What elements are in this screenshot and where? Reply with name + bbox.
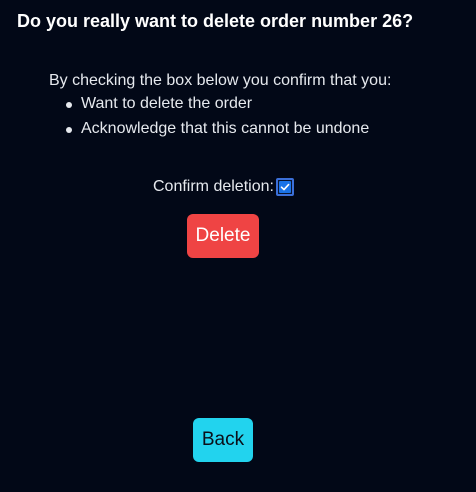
confirmation-list: Want to delete the order Acknowledge tha… xyxy=(49,93,369,143)
confirm-deletion-checkbox[interactable] xyxy=(275,178,294,196)
delete-order-page: Do you really want to delete order numbe… xyxy=(0,0,476,492)
confirm-deletion-label: Confirm deletion: xyxy=(153,178,274,195)
list-item: Acknowledge that this cannot be undone xyxy=(49,118,369,143)
confirm-deletion-row: Confirm deletion: xyxy=(153,176,294,198)
back-button[interactable]: Back xyxy=(193,418,253,462)
delete-button[interactable]: Delete xyxy=(187,214,259,258)
list-item: Want to delete the order xyxy=(49,93,369,118)
confirmation-intro: By checking the box below you confirm th… xyxy=(49,72,392,89)
page-title: Do you really want to delete order numbe… xyxy=(17,11,414,31)
check-icon xyxy=(278,181,291,193)
